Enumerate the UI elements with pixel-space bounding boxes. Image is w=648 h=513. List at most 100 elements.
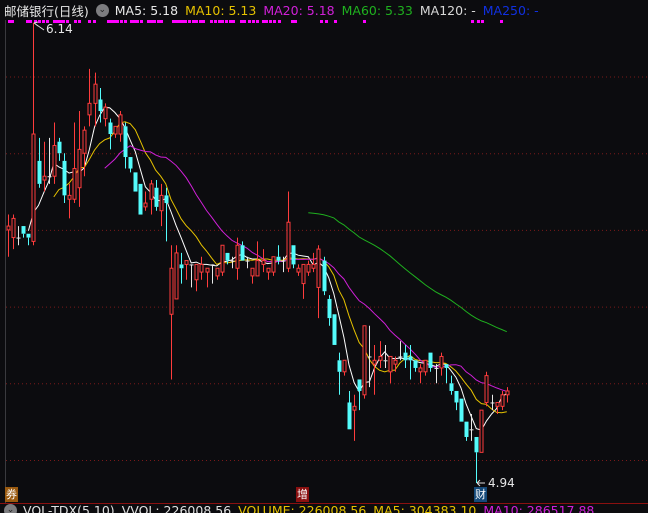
candle-body	[255, 260, 260, 277]
candle-body	[143, 202, 148, 208]
candle-body	[403, 352, 408, 361]
candle-body	[479, 409, 484, 453]
candle	[21, 226, 26, 238]
event-dot	[120, 20, 123, 23]
event-dot	[218, 20, 221, 23]
candle	[306, 260, 311, 276]
candle	[490, 394, 495, 411]
candle	[164, 187, 169, 242]
event-dot	[11, 20, 14, 23]
ma20-value: MA20: 5.18	[263, 2, 335, 18]
candle-body	[103, 106, 108, 120]
event-dot	[38, 20, 41, 23]
candle-body	[220, 244, 225, 273]
candle-body	[327, 298, 332, 319]
candle-body	[67, 194, 72, 200]
candle-body	[123, 126, 128, 158]
candle-body	[154, 187, 159, 207]
candle-body	[316, 248, 321, 288]
event-dot	[116, 20, 119, 23]
chevron-down-icon[interactable]: ⌄	[95, 3, 109, 17]
candle	[413, 360, 418, 372]
event-dot	[78, 20, 81, 23]
event-dot	[133, 20, 136, 23]
candle-body	[93, 83, 98, 104]
candle	[378, 341, 383, 368]
candle	[189, 264, 194, 288]
event-marker-left[interactable]: 券	[5, 487, 18, 502]
chevron-down-icon[interactable]: ⌄	[4, 504, 17, 513]
candle-body	[149, 183, 154, 200]
candle-body	[444, 364, 449, 368]
candle-body	[495, 401, 500, 407]
event-dot	[42, 20, 45, 23]
candle-body	[169, 267, 174, 315]
event-dot	[147, 20, 150, 23]
event-dot	[195, 20, 198, 23]
candle-body	[428, 352, 433, 368]
event-marker-caibao[interactable]: 财	[474, 487, 487, 502]
event-dot	[240, 20, 243, 23]
event-dot	[278, 20, 281, 23]
candle	[296, 264, 301, 276]
ma120-value: MA120: -	[419, 2, 476, 18]
candle-body	[291, 245, 296, 265]
candle	[459, 398, 464, 422]
candle-body	[271, 256, 276, 273]
event-dot	[124, 20, 127, 23]
event-dot	[265, 20, 268, 23]
candle-body	[205, 267, 210, 273]
candle-body	[347, 402, 352, 430]
candle	[149, 180, 154, 215]
candle-body	[413, 360, 418, 368]
candle	[169, 245, 174, 380]
event-dot	[199, 20, 202, 23]
candle-body	[286, 221, 291, 269]
ma5-value: MA5: 5.18	[114, 2, 179, 18]
candlestick-chart[interactable]	[0, 0, 648, 513]
candle	[357, 379, 362, 411]
event-dot	[291, 20, 294, 23]
candle-body	[235, 244, 240, 269]
candle-body	[332, 314, 337, 345]
candle	[138, 183, 143, 215]
candle-body	[408, 356, 413, 361]
ma10-value: MA10: 5.13	[185, 2, 257, 18]
candle	[271, 256, 276, 276]
candle	[205, 267, 210, 288]
candle-body	[352, 405, 357, 411]
candle-body	[62, 160, 67, 196]
candle	[311, 252, 316, 273]
event-dot	[178, 20, 181, 23]
candle-body	[108, 122, 113, 135]
indicator-name[interactable]: VOL-TDX(5,10)	[23, 503, 115, 513]
event-marker-zengfa[interactable]: 增	[296, 487, 309, 502]
event-dot	[256, 20, 259, 23]
candle	[77, 111, 82, 207]
candle	[16, 226, 21, 246]
event-dot	[202, 20, 205, 23]
candle-body	[174, 252, 179, 300]
candle-body	[128, 157, 133, 169]
candle	[184, 260, 189, 280]
candle	[347, 390, 352, 430]
candle	[464, 421, 469, 441]
event-dot	[320, 20, 323, 23]
candle-body	[250, 267, 255, 277]
candle-body	[388, 355, 393, 373]
event-dot	[157, 20, 160, 23]
candle	[31, 22, 36, 246]
event-dot	[181, 20, 184, 23]
event-dot	[243, 20, 246, 23]
candle	[62, 153, 67, 204]
candle	[362, 325, 367, 399]
ma10-line	[53, 121, 507, 414]
candle-body	[378, 355, 383, 361]
candle	[154, 180, 159, 211]
stock-title[interactable]: 邮储银行(日线)	[4, 1, 89, 20]
candle-body	[484, 375, 489, 403]
candle-body	[37, 160, 42, 184]
stock-chart-window: 6.14 4.94 邮储银行(日线) ⌄ MA5: 5.18 MA10: 5.1…	[0, 0, 648, 513]
candle	[26, 233, 31, 246]
candle-body	[261, 260, 266, 265]
